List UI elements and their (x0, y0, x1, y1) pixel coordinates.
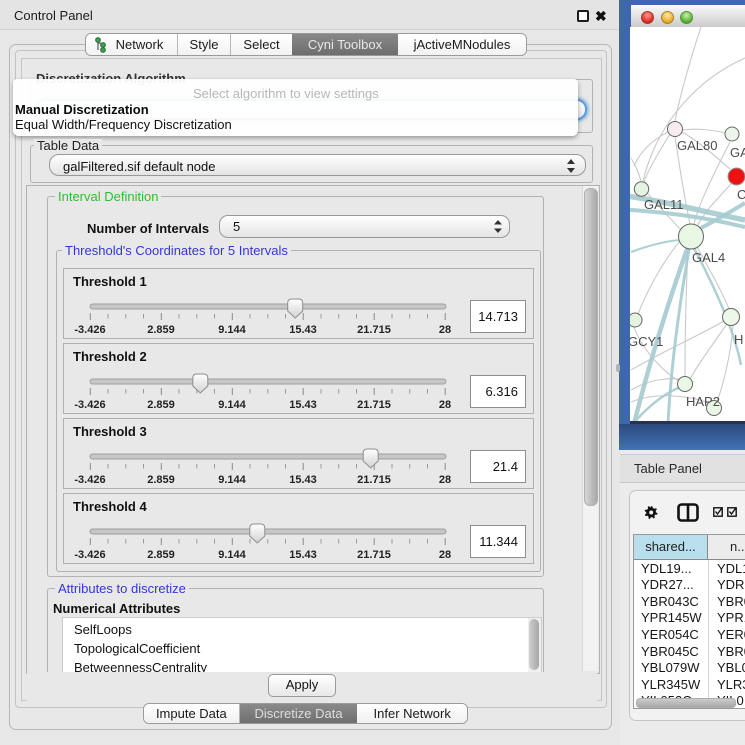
svg-text:GAL11: GAL11 (644, 197, 684, 212)
svg-text:HAP2: HAP2 (686, 394, 720, 409)
svg-text:GCY1: GCY1 (630, 334, 663, 349)
svg-text:C: C (737, 187, 745, 202)
svg-text:GA: GA (730, 145, 745, 160)
svg-text:H: H (734, 332, 743, 347)
svg-text:GAL80: GAL80 (677, 138, 717, 153)
svg-text:GAL4: GAL4 (692, 250, 725, 265)
